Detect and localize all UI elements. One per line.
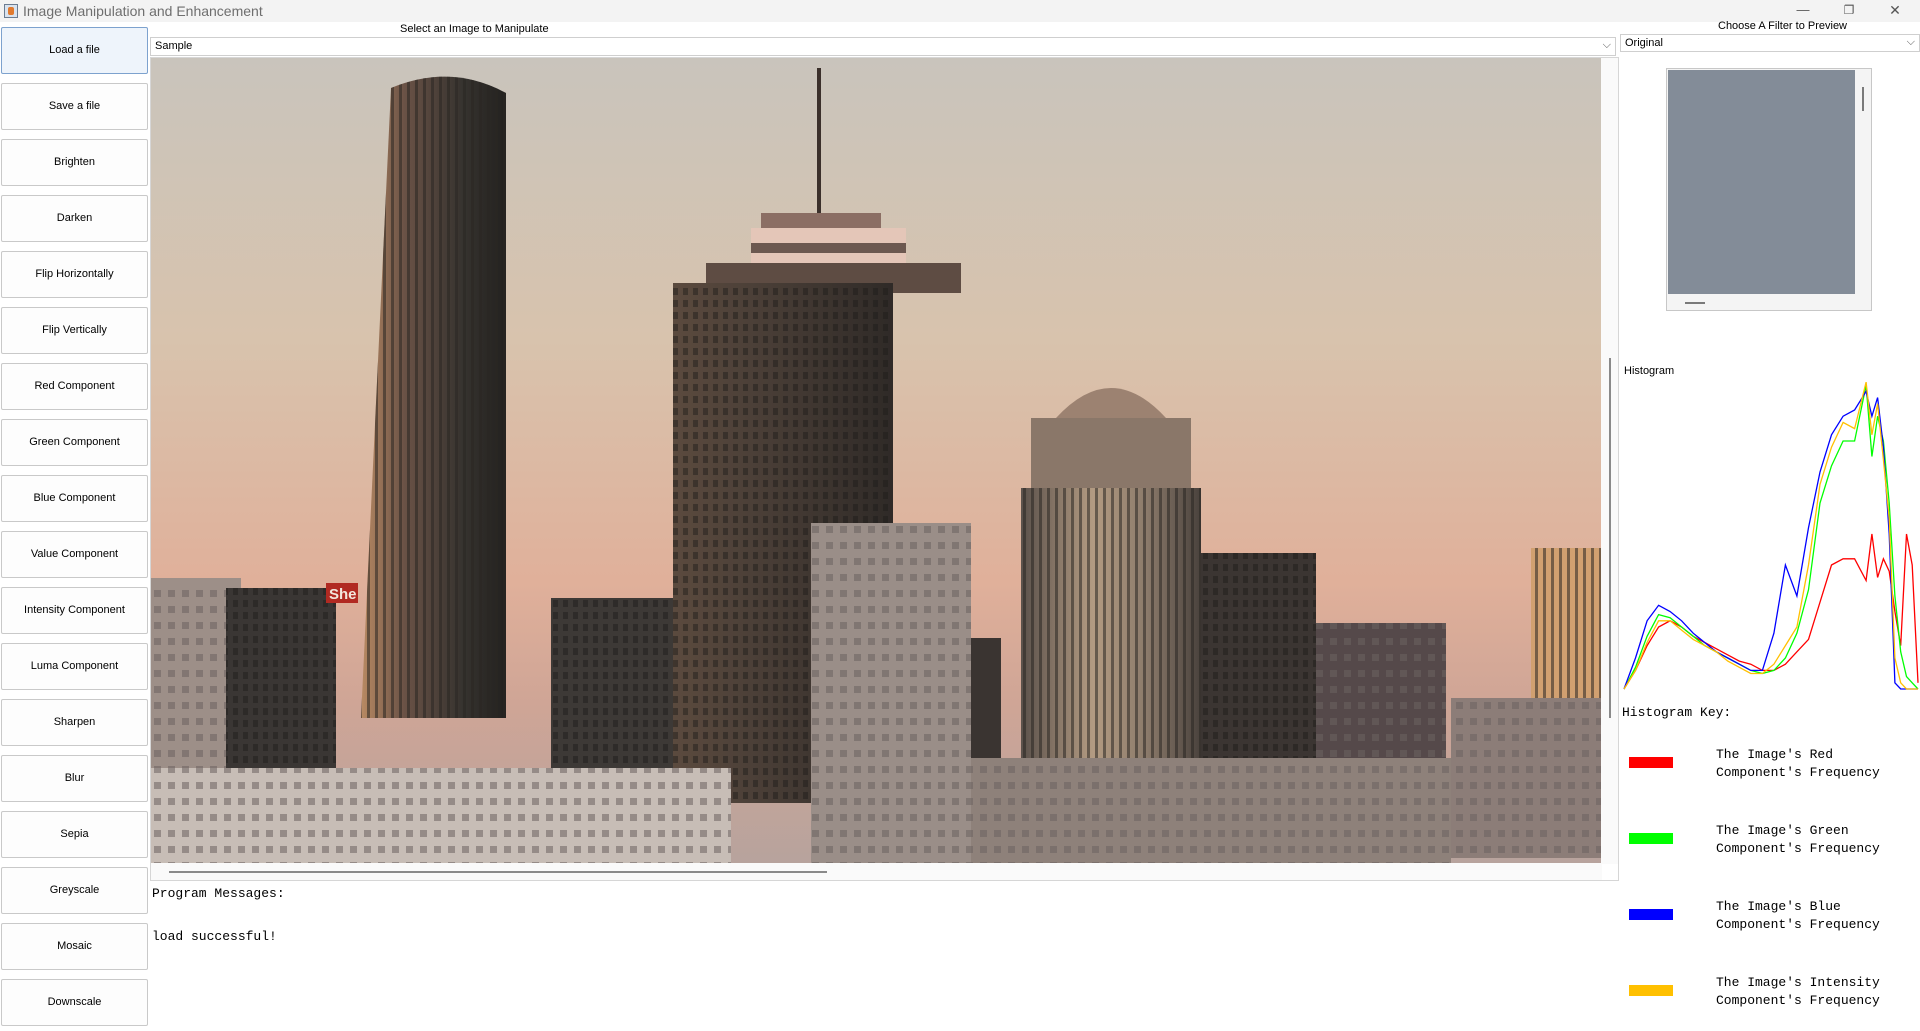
chevron-down-icon: ⌵ [1906, 36, 1915, 48]
intensity-key-text: The Image's Intensity Component's Freque… [1716, 974, 1916, 1010]
save-file-button[interactable]: Save a file [1, 83, 148, 130]
red-key-line2: Component's Frequency [1716, 765, 1880, 780]
flip-horizontally-button[interactable]: Flip Horizontally [1, 251, 148, 298]
blue-key-line1: The Image's Blue [1716, 899, 1841, 914]
downscale-button[interactable]: Downscale [1, 979, 148, 1026]
load-file-button[interactable]: Load a file [1, 27, 148, 74]
vertical-scroll-thumb[interactable] [1609, 358, 1611, 718]
image-select-dropdown[interactable]: Sample ⌵ [150, 37, 1616, 56]
horizontal-scroll-thumb[interactable] [169, 871, 827, 873]
intensity-component-button[interactable]: Intensity Component [1, 587, 148, 634]
mosaic-button[interactable]: Mosaic [1, 923, 148, 970]
program-messages-text: load successful! [152, 929, 277, 944]
image-horizontal-scrollbar[interactable] [151, 863, 1602, 880]
brighten-button[interactable]: Brighten [1, 139, 148, 186]
storefront-sign: She [329, 586, 357, 603]
green-key-line1: The Image's Green [1716, 823, 1849, 838]
blue-key-swatch [1629, 909, 1673, 920]
preview-horizontal-scroll-thumb[interactable] [1685, 302, 1705, 304]
preview-vertical-scroll-thumb[interactable] [1862, 87, 1864, 111]
filter-preview-image [1668, 70, 1855, 294]
filter-select-dropdown[interactable]: Original ⌵ [1620, 34, 1920, 52]
intensity-key-line1: The Image's Intensity [1716, 975, 1880, 990]
program-messages-label: Program Messages: [152, 886, 285, 901]
greyscale-button[interactable]: Greyscale [1, 867, 148, 914]
red-key-line1: The Image's Red [1716, 747, 1834, 762]
image-vertical-scrollbar[interactable] [1601, 58, 1618, 864]
blur-button[interactable]: Blur [1, 755, 148, 802]
green-key-line2: Component's Frequency [1716, 841, 1880, 856]
histogram-key-title: Histogram Key: [1622, 705, 1732, 720]
green-key-text: The Image's Green Component's Frequency [1716, 822, 1916, 858]
filter-preview-label: Choose A Filter to Preview [1718, 20, 1848, 32]
chevron-down-icon: ⌵ [1602, 39, 1611, 51]
restore-button[interactable]: ❐ [1826, 0, 1872, 22]
title-bar [0, 0, 1920, 22]
city-skyline-photo: She [151, 58, 1602, 864]
green-key-swatch [1629, 833, 1673, 844]
green-component-button[interactable]: Green Component [1, 419, 148, 466]
histogram-chart [1623, 381, 1919, 690]
filter-preview-pane[interactable] [1666, 68, 1872, 311]
flip-vertically-button[interactable]: Flip Vertically [1, 307, 148, 354]
blue-frequency-line [1623, 389, 1918, 690]
close-button[interactable]: ✕ [1872, 0, 1918, 22]
luma-component-button[interactable]: Luma Component [1, 643, 148, 690]
darken-button[interactable]: Darken [1, 195, 148, 242]
minimize-button[interactable]: — [1780, 0, 1826, 22]
blue-key-text: The Image's Blue Component's Frequency [1716, 898, 1916, 934]
blue-component-button[interactable]: Blue Component [1, 475, 148, 522]
image-select-value: Sample [155, 40, 193, 52]
blue-key-line2: Component's Frequency [1716, 917, 1880, 932]
intensity-key-swatch [1629, 985, 1673, 996]
filter-select-value: Original [1625, 37, 1663, 49]
value-component-button[interactable]: Value Component [1, 531, 148, 578]
sharpen-button[interactable]: Sharpen [1, 699, 148, 746]
intensity-key-line2: Component's Frequency [1716, 993, 1880, 1008]
image-viewport[interactable]: She [150, 57, 1619, 881]
red-key-swatch [1629, 757, 1673, 768]
red-component-button[interactable]: Red Component [1, 363, 148, 410]
red-key-text: The Image's Red Component's Frequency [1716, 746, 1916, 782]
java-app-icon [4, 4, 18, 18]
image-select-label: Select an Image to Manipulate [400, 23, 549, 35]
window-title: Image Manipulation and Enhancement [23, 3, 263, 19]
sepia-button[interactable]: Sepia [1, 811, 148, 858]
